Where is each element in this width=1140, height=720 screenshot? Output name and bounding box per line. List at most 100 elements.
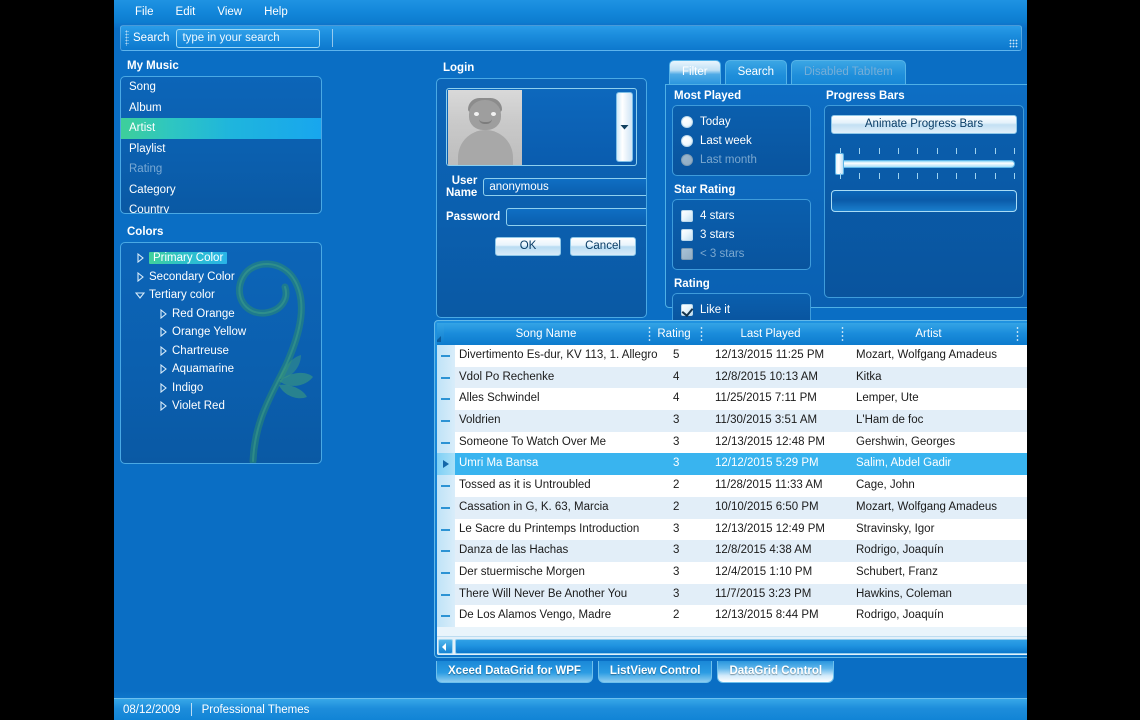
tree-item-secondary-color[interactable]: Secondary Color	[121, 268, 321, 287]
row-selector-icon[interactable]	[437, 518, 455, 541]
tree-item-aquamarine[interactable]: Aquamarine	[121, 360, 321, 379]
row-selector-icon[interactable]	[437, 496, 455, 519]
cell-artist: Cage, John	[856, 479, 915, 492]
scroll-left-button[interactable]	[438, 638, 453, 654]
chevron-right-icon[interactable]	[154, 327, 172, 338]
ok-button[interactable]: OK	[495, 237, 561, 256]
menu-item-help[interactable]: Help	[253, 4, 299, 20]
row-selector-icon[interactable]	[437, 475, 455, 497]
column-header-last-played[interactable]: Last Played	[700, 323, 841, 345]
radio-last-week[interactable]: Last week	[681, 131, 802, 150]
table-row[interactable]: Tossed as it is Untroubled 2 11/28/2015 11…	[437, 475, 1027, 497]
table-row[interactable]: There Will Never Be Another You 3 11/7/201…	[437, 583, 1027, 606]
column-header-country[interactable]: Country	[1016, 323, 1027, 345]
row-selector-icon[interactable]	[437, 366, 455, 389]
table-row[interactable]: Cassation in G, K. 63, Marcia 2 10/10/2015…	[437, 496, 1027, 519]
chevron-down-icon[interactable]	[616, 92, 633, 162]
row-selector-current-icon[interactable]	[437, 453, 455, 476]
chevron-right-icon[interactable]	[154, 401, 172, 412]
username-field[interactable]	[483, 178, 646, 196]
bottom-tab-listview-control[interactable]: ListView Control	[597, 661, 713, 683]
table-row[interactable]: Le Sacre du Printemps Introduction 3 12/13…	[437, 518, 1027, 541]
checkbox-3-stars[interactable]: 3 stars	[681, 225, 802, 244]
progress-bars-group: Animate Progress Bars	[824, 105, 1024, 298]
checkbox-4-stars[interactable]: 4 stars	[681, 206, 802, 225]
chevron-right-icon[interactable]	[154, 364, 172, 375]
bottom-tab-datagrid-control[interactable]: DataGrid Control	[717, 661, 835, 683]
row-selector-icon[interactable]	[437, 583, 455, 606]
sidebar-item-album[interactable]: Album	[121, 98, 321, 119]
colors-tree[interactable]: Primary Color Secondary Color Tertiary c…	[120, 242, 322, 464]
radio-today[interactable]: Today	[681, 112, 802, 131]
cell-rating: 2	[673, 500, 680, 513]
table-row[interactable]: De Los Alamos Vengo, Madre 2 12/13/2015 8:…	[437, 605, 1027, 627]
tab-search[interactable]: Search	[724, 60, 787, 84]
password-field[interactable]	[506, 208, 646, 226]
chevron-right-icon[interactable]	[154, 382, 172, 393]
search-input[interactable]	[176, 28, 321, 48]
sidebar-item-country[interactable]: Country	[121, 200, 321, 213]
tree-item-orange-yellow[interactable]: Orange Yellow	[121, 323, 321, 342]
data-grid-body: Divertimento Es-dur, KV 113, 1. Allegro 5…	[437, 345, 1027, 636]
avatar-combobox[interactable]	[446, 88, 637, 166]
table-row[interactable]: Der stuermische Morgen 3 12/4/2015 1:10 PM…	[437, 561, 1027, 584]
chevron-right-icon[interactable]	[131, 253, 149, 264]
tree-item-red-orange[interactable]: Red Orange	[121, 305, 321, 324]
toolbar-overflow-icon[interactable]	[1009, 39, 1018, 48]
radio-icon[interactable]	[681, 115, 693, 128]
row-selector-icon[interactable]	[437, 431, 455, 454]
chevron-down-icon[interactable]	[131, 291, 149, 300]
sidebar-item-artist[interactable]: Artist	[121, 118, 321, 139]
table-row[interactable]: Alles Schwindel 4 11/25/2015 7:11 PM Lemper…	[437, 388, 1027, 411]
column-header-rating[interactable]: Rating	[648, 323, 700, 345]
row-selector-icon[interactable]	[437, 345, 455, 367]
horizontal-scrollbar[interactable]	[437, 636, 1027, 655]
row-selector-icon[interactable]	[437, 605, 455, 627]
sidebar-item-playlist[interactable]: Playlist	[121, 139, 321, 160]
checkbox-checked-icon[interactable]	[681, 303, 693, 316]
checkbox-like-it[interactable]: Like it	[681, 300, 802, 319]
table-row[interactable]: Vdol Po Rechenke 4 12/8/2015 10:13 AM Kitka…	[437, 366, 1027, 389]
my-music-list[interactable]: Song Album Artist Playlist Rating Catego…	[120, 76, 322, 214]
table-row[interactable]: Danza de las Hachas 3 12/8/2015 4:38 AM Rod…	[437, 540, 1027, 562]
sidebar-item-song[interactable]: Song	[121, 77, 321, 98]
table-row[interactable]: Umri Ma Bansa 3 12/12/2015 5:29 PM Salim, A…	[437, 453, 1027, 476]
chevron-right-icon[interactable]	[154, 308, 172, 319]
table-row[interactable]: Someone To Watch Over Me 3 12/13/2015 12:4…	[437, 431, 1027, 454]
tree-item-primary-color[interactable]: Primary Color	[121, 249, 321, 268]
table-row[interactable]: Divertimento Es-dur, KV 113, 1. Allegro 5…	[437, 345, 1027, 367]
chevron-right-icon[interactable]	[154, 345, 172, 356]
row-selector-icon[interactable]	[437, 410, 455, 432]
table-row[interactable]: Voldrien311/30/2015 3:51 AML'Ham de focS…	[437, 410, 1027, 432]
tree-item-violet-red[interactable]: Violet Red	[121, 397, 321, 416]
slider-thumb[interactable]	[835, 153, 844, 175]
menu-item-view[interactable]: View	[206, 4, 253, 20]
slider-track[interactable]	[837, 160, 1015, 168]
sidebar-item-category[interactable]: Category	[121, 180, 321, 201]
tree-item-chartreuse[interactable]: Chartreuse	[121, 342, 321, 361]
select-all-corner[interactable]	[437, 323, 444, 345]
most-played-group: Today Last week Last month	[672, 105, 811, 176]
checkbox-icon[interactable]	[681, 228, 693, 241]
checkbox-icon[interactable]	[681, 209, 693, 222]
drag-grip-icon[interactable]	[125, 30, 129, 46]
tree-item-tertiary-color[interactable]: Tertiary color	[121, 286, 321, 305]
radio-icon[interactable]	[681, 134, 693, 147]
menu-item-file[interactable]: File	[124, 4, 165, 20]
row-selector-icon[interactable]	[437, 540, 455, 562]
bottom-tab-xceed-datagrid-for-wpf[interactable]: Xceed DataGrid for WPF	[436, 661, 593, 683]
chevron-right-icon[interactable]	[131, 271, 149, 282]
most-played-label: Most Played	[674, 90, 742, 102]
column-header-artist[interactable]: Artist	[841, 323, 1016, 345]
menu-item-edit[interactable]: Edit	[165, 4, 207, 20]
row-selector-icon[interactable]	[437, 561, 455, 584]
column-header-song-name[interactable]: Song Name	[444, 323, 648, 345]
row-selector-icon[interactable]	[437, 388, 455, 411]
tab-filter[interactable]: Filter	[669, 60, 721, 84]
animate-progress-bars-button[interactable]: Animate Progress Bars	[831, 115, 1017, 134]
slider-control[interactable]	[831, 148, 1017, 184]
cell-rating: 5	[673, 349, 680, 361]
cancel-button[interactable]: Cancel	[570, 237, 636, 256]
horizontal-scrollbar-thumb[interactable]	[455, 638, 1027, 654]
tree-item-indigo[interactable]: Indigo	[121, 379, 321, 398]
